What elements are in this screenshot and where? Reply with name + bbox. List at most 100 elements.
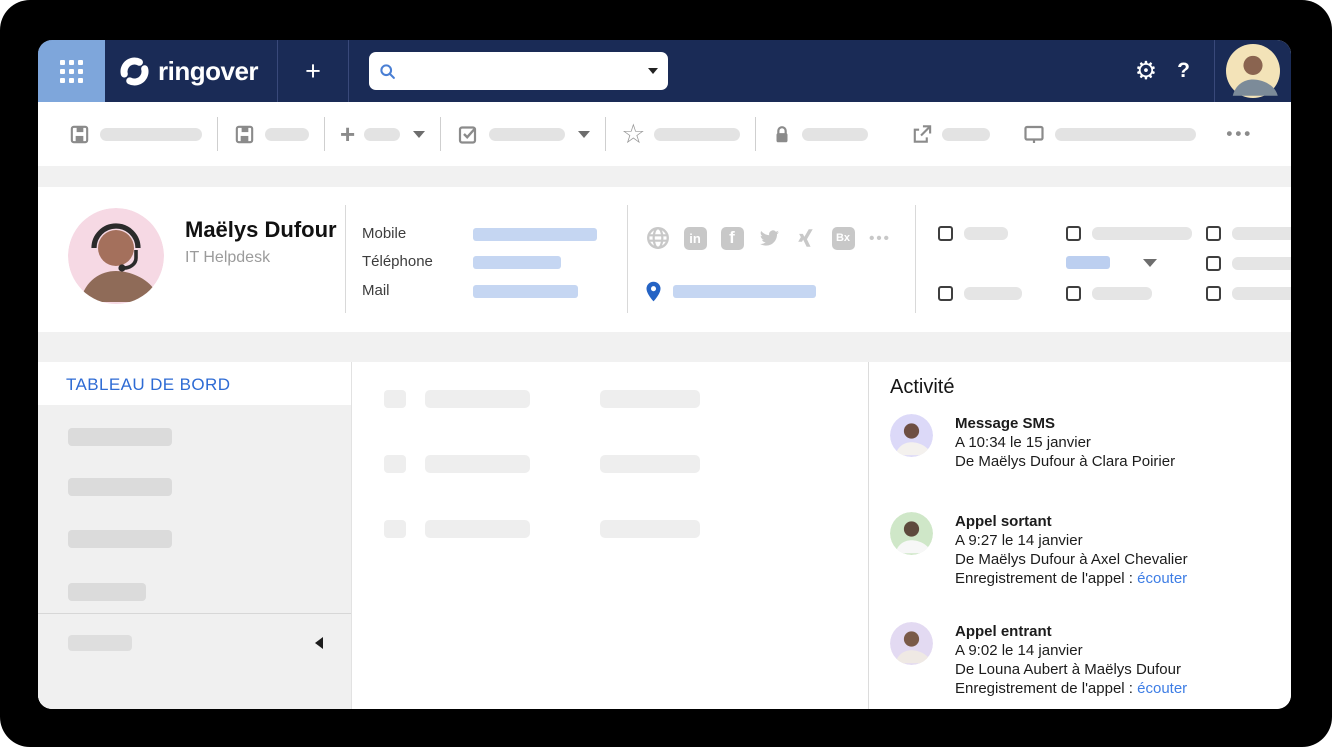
toolbar-share-group[interactable] <box>910 123 990 146</box>
toolbar-save-group[interactable] <box>68 123 202 146</box>
field-label-mail: Mail <box>362 282 390 299</box>
contact-avatar-image <box>68 208 164 304</box>
field-label-mobile: Mobile <box>362 225 406 242</box>
sidebar-footer-placeholder[interactable] <box>68 635 132 651</box>
activity-type: Appel entrant <box>955 622 1187 641</box>
checkbox[interactable] <box>1066 226 1081 241</box>
toolbar-favorite-group[interactable]: ☆ <box>621 121 740 148</box>
sidebar-item-placeholder[interactable] <box>68 530 172 548</box>
settings-gear-icon[interactable]: ⚙ <box>1135 56 1157 86</box>
sidebar-item-placeholder[interactable] <box>68 428 172 446</box>
contact-divider <box>627 205 628 313</box>
search-box[interactable] <box>369 52 668 90</box>
sidebar-divider <box>38 613 351 614</box>
option-checkbox-row <box>1206 256 1291 271</box>
placeholder-bar <box>802 128 868 141</box>
dropdown-placeholder-row <box>1066 256 1157 269</box>
mobile-value-placeholder[interactable] <box>473 228 597 241</box>
option-checkbox-row <box>1206 286 1291 301</box>
activity-panel: Activité Message SMS <box>868 362 1291 709</box>
activity-time: A 10:34 le 15 janvier <box>955 433 1175 452</box>
sidebar-title-dashboard[interactable]: TABLEAU DE BORD <box>38 362 351 405</box>
sidebar-item-placeholder[interactable] <box>68 583 146 601</box>
ellipsis-icon: ••• <box>1226 124 1253 144</box>
add-button[interactable]: + <box>278 41 348 101</box>
screenshot-stage: ringover + ⚙ ? <box>0 0 1332 747</box>
linkedin-icon[interactable]: in <box>682 225 708 251</box>
sidebar-item-placeholder[interactable] <box>68 478 172 496</box>
chevron-down-icon[interactable] <box>413 131 425 138</box>
row-icon-placeholder <box>384 390 406 408</box>
xing-icon[interactable] <box>793 225 819 251</box>
more-social-icon[interactable]: ••• <box>867 225 893 251</box>
mail-value-placeholder[interactable] <box>473 285 578 298</box>
chevron-down-icon[interactable] <box>578 131 590 138</box>
row-icon-placeholder <box>384 455 406 473</box>
save-icon <box>233 123 256 146</box>
section-gap <box>38 332 1291 362</box>
activity-text: Appel sortant A 9:27 le 14 janvier De Ma… <box>955 512 1188 588</box>
bx-icon[interactable]: Bx <box>830 225 856 251</box>
address-value-placeholder[interactable] <box>673 285 816 298</box>
row-placeholder-bar <box>425 520 530 538</box>
sidebar-collapse-icon[interactable] <box>315 637 323 649</box>
toolbar-divider <box>605 117 606 151</box>
option-checkbox-row <box>1066 286 1152 301</box>
placeholder-bar <box>489 128 565 141</box>
activity-item-inbound-call: Appel entrant A 9:02 le 14 janvier De Lo… <box>890 622 1281 698</box>
toolbar-task-group[interactable] <box>456 122 590 146</box>
contact-role: IT Helpdesk <box>185 249 270 267</box>
facebook-icon[interactable]: f <box>719 225 745 251</box>
checkbox[interactable] <box>938 286 953 301</box>
checkbox[interactable] <box>1066 286 1081 301</box>
checkbox[interactable] <box>1206 286 1221 301</box>
user-avatar[interactable] <box>1215 40 1291 102</box>
location-pin-icon <box>645 281 662 302</box>
row-placeholder-bar <box>600 455 700 473</box>
star-icon: ☆ <box>621 121 645 148</box>
chevron-down-icon[interactable] <box>1143 259 1157 267</box>
toolbar-add-group[interactable]: + <box>340 124 425 144</box>
user-avatar-image <box>1226 44 1280 98</box>
toolbar-divider <box>440 117 441 151</box>
help-button[interactable]: ? <box>1177 59 1190 83</box>
apps-grid-icon <box>60 60 83 83</box>
contact-avatar <box>68 208 164 304</box>
toolbar-lock-group[interactable] <box>771 123 868 146</box>
activity-avatar <box>890 622 933 665</box>
recording-label: Enregistrement de l'appel : <box>955 570 1137 587</box>
activity-type: Message SMS <box>955 414 1175 433</box>
activity-text: Appel entrant A 9:02 le 14 janvier De Lo… <box>955 622 1187 698</box>
toolbar-divider <box>217 117 218 151</box>
listen-recording-link[interactable]: écouter <box>1137 680 1187 697</box>
toolbar-divider <box>755 117 756 151</box>
checkbox[interactable] <box>938 226 953 241</box>
toolbar-more-button[interactable]: ••• <box>1226 124 1253 144</box>
twitter-icon[interactable] <box>756 225 782 251</box>
placeholder-bar <box>1092 287 1152 300</box>
search-icon <box>379 63 396 80</box>
toolbar-screen-group[interactable] <box>1022 122 1196 146</box>
main-panel: Activité Message SMS <box>352 362 1291 709</box>
checkbox[interactable] <box>1206 256 1221 271</box>
telephone-value-placeholder[interactable] <box>473 256 561 269</box>
option-checkbox-row <box>938 226 1008 241</box>
location-row <box>645 281 816 302</box>
search-input[interactable] <box>404 63 640 80</box>
record-toolbar: + ☆ <box>38 102 1291 166</box>
section-gap <box>38 166 1291 187</box>
topbar-divider <box>348 40 349 102</box>
toolbar-save-small-group[interactable] <box>233 123 309 146</box>
row-placeholder-bar <box>600 520 700 538</box>
sidebar-body <box>38 405 351 709</box>
website-globe-icon[interactable] <box>645 225 671 251</box>
social-links-row: in f <box>645 225 893 251</box>
dropdown-value-placeholder[interactable] <box>1066 256 1110 269</box>
checkbox[interactable] <box>1206 226 1221 241</box>
listen-recording-link[interactable]: écouter <box>1137 570 1187 587</box>
placeholder-bar <box>1232 227 1291 240</box>
monitor-icon <box>1022 122 1046 146</box>
search-dropdown-caret[interactable] <box>648 68 658 74</box>
app-launcher-button[interactable] <box>38 40 105 102</box>
placeholder-bar <box>654 128 740 141</box>
